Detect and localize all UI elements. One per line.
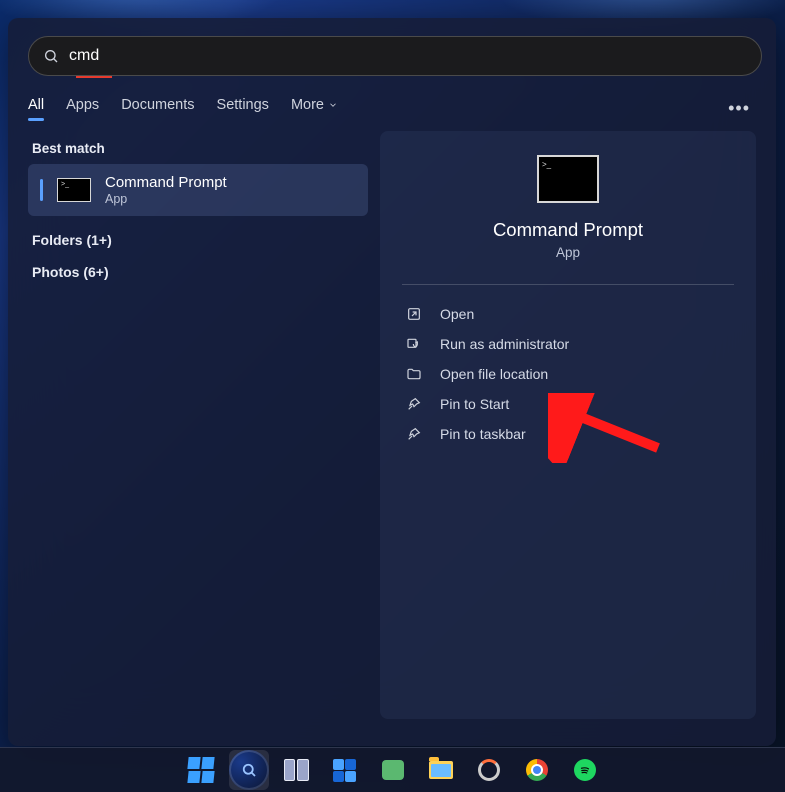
action-pin-to-start[interactable]: Pin to Start (402, 389, 734, 419)
filter-tabs: All Apps Documents Settings More ••• (28, 96, 756, 121)
admin-icon (406, 336, 422, 352)
file-explorer-button[interactable] (421, 750, 461, 790)
pin-icon (406, 396, 422, 412)
chat-button[interactable] (373, 750, 413, 790)
action-label: Pin to taskbar (440, 426, 526, 442)
taskbar (0, 747, 785, 792)
tab-apps[interactable]: Apps (66, 97, 99, 121)
tab-documents[interactable]: Documents (121, 97, 194, 121)
tab-all[interactable]: All (28, 97, 44, 121)
task-view-icon (284, 759, 310, 781)
chat-icon (382, 760, 404, 780)
spotify-icon (574, 759, 596, 781)
category-folders[interactable]: Folders (1+) (32, 232, 364, 248)
start-button[interactable] (181, 750, 221, 790)
category-photos[interactable]: Photos (6+) (32, 264, 364, 280)
open-icon (406, 306, 422, 322)
taskbar-search-button[interactable] (229, 750, 269, 790)
tab-more[interactable]: More (291, 97, 338, 121)
chrome-icon (526, 759, 548, 781)
folder-icon (429, 761, 453, 779)
preview-pane: >_ Command Prompt App Open Run as admini… (380, 131, 756, 719)
widgets-button[interactable] (325, 750, 365, 790)
taskbar-app-button[interactable] (469, 750, 509, 790)
preview-subtitle: App (402, 245, 734, 260)
search-box[interactable] (28, 36, 762, 76)
ring-icon (478, 759, 500, 781)
selection-indicator (40, 179, 43, 201)
preview-title: Command Prompt (402, 219, 734, 241)
result-subtitle: App (105, 192, 227, 206)
divider (402, 284, 734, 285)
task-view-button[interactable] (277, 750, 317, 790)
start-search-panel: All Apps Documents Settings More ••• Bes… (8, 18, 776, 746)
folder-icon (406, 366, 422, 382)
result-command-prompt[interactable]: >_ Command Prompt App (28, 164, 368, 216)
action-run-as-administrator[interactable]: Run as administrator (402, 329, 734, 359)
widgets-icon (333, 758, 357, 782)
result-title: Command Prompt (105, 174, 227, 191)
results-column: Best match >_ Command Prompt App Folders… (28, 131, 368, 719)
preview-app-icon: >_ (537, 155, 599, 203)
chevron-down-icon (328, 100, 338, 110)
search-icon (43, 48, 59, 64)
tab-settings[interactable]: Settings (217, 97, 269, 121)
search-input[interactable] (69, 47, 747, 65)
tab-more-label: More (291, 97, 324, 113)
action-label: Open (440, 306, 474, 322)
action-open-file-location[interactable]: Open file location (402, 359, 734, 389)
action-label: Run as administrator (440, 336, 569, 352)
windows-logo-icon (188, 757, 214, 783)
action-label: Pin to Start (440, 396, 509, 412)
chrome-button[interactable] (517, 750, 557, 790)
action-open[interactable]: Open (402, 299, 734, 329)
spotify-button[interactable] (565, 750, 605, 790)
action-label: Open file location (440, 366, 548, 382)
search-icon (229, 750, 269, 790)
overflow-menu-button[interactable]: ••• (722, 96, 756, 121)
action-pin-to-taskbar[interactable]: Pin to taskbar (402, 419, 734, 449)
best-match-heading: Best match (32, 141, 364, 156)
search-underline-annotation (76, 76, 112, 78)
cmd-icon: >_ (57, 178, 91, 202)
pin-icon (406, 426, 422, 442)
